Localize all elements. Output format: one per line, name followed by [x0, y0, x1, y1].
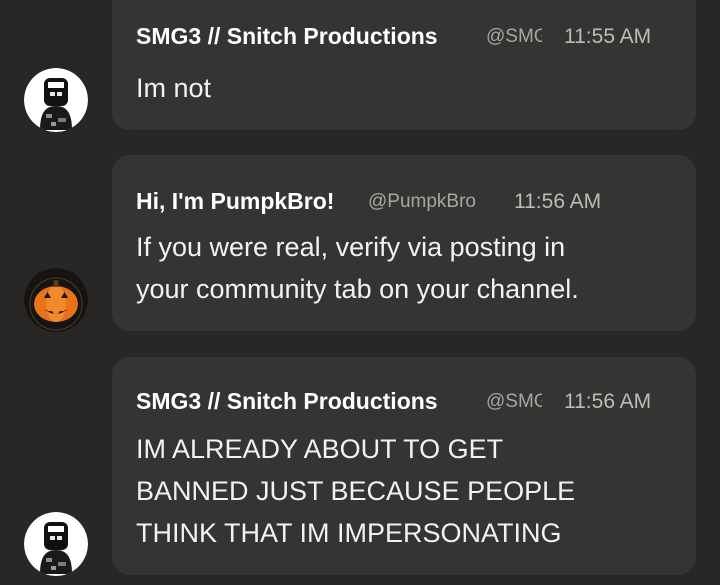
message-line: IM ALREADY ABOUT TO GET — [136, 434, 504, 464]
message-line: THINK THAT IM IMPERSONATING — [136, 518, 562, 548]
message-3: SMG3 // Snitch Productions @SMG3 11:56 A… — [0, 0, 720, 585]
author-handle: @SMG3 — [486, 391, 542, 412]
message-line: BANNED JUST BECAUSE PEOPLE — [136, 476, 576, 506]
smg3-avatar-icon[interactable] — [24, 512, 88, 576]
message-header: SMG3 // Snitch Productions @SMG3 11:56 A… — [136, 387, 672, 415]
author-name[interactable]: SMG3 // Snitch Productions — [136, 387, 438, 415]
message-bubble-3[interactable]: SMG3 // Snitch Productions @SMG3 11:56 A… — [112, 357, 696, 575]
timestamp: 11:56 AM — [560, 389, 652, 415]
message-text: IM ALREADY ABOUT TO GET BANNED JUST BECA… — [136, 428, 672, 554]
